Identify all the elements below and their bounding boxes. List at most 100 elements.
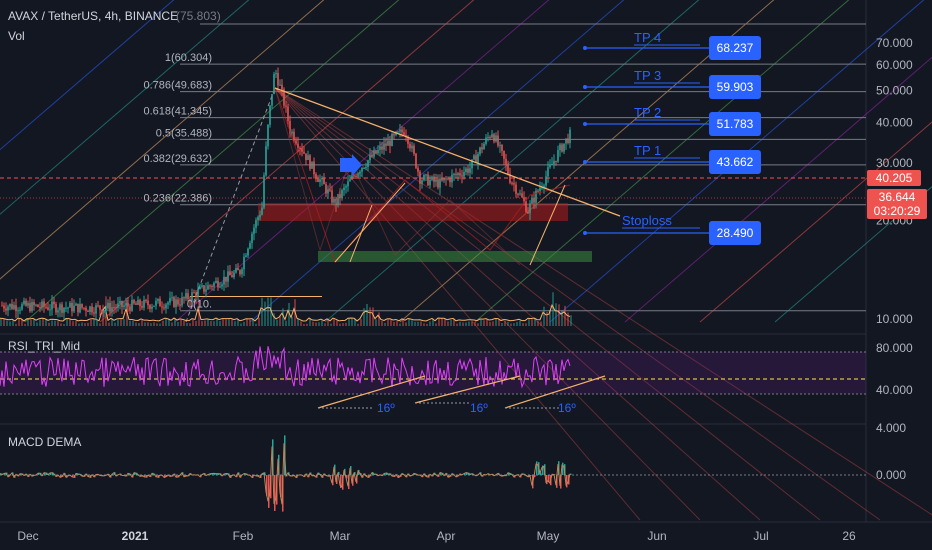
candle-body [501, 144, 503, 151]
price-tick-label: 40.000 [876, 115, 913, 129]
candle-body [231, 275, 233, 278]
candle-body [331, 190, 333, 203]
candle-body [413, 145, 415, 154]
time-axis-label: Jun [647, 529, 666, 543]
volume-bar [51, 320, 53, 326]
volume-bar [333, 318, 335, 326]
fib-level-label: 0.382(29.632) [144, 153, 213, 165]
candle-body [177, 299, 179, 305]
volume-bar [447, 321, 449, 326]
candle-body [537, 190, 539, 192]
candle-body [389, 140, 391, 146]
fan-ray[interactable] [274, 87, 761, 521]
time-axis-label: Feb [233, 529, 254, 543]
rsi-indicator-label[interactable]: RSI_TRI_Mid [8, 339, 80, 353]
candle-body [323, 178, 325, 185]
candle-body [5, 308, 7, 311]
volume-bar [135, 322, 137, 326]
chart-canvas[interactable]: TP 4 68.237 TP 3 59.903 TP 2 51.783 TP 1 43.662… [0, 0, 932, 550]
candle-body [341, 190, 343, 199]
fan-ray[interactable] [274, 87, 641, 521]
volume-bar [15, 323, 17, 326]
time-axis[interactable]: Dec 2021 Feb Mar Apr May Jun Jul 26 [17, 529, 856, 543]
gann-fan-line[interactable] [24, 0, 445, 323]
pattern-line-1[interactable] [334, 182, 406, 263]
symbol-title[interactable]: AVAX / TetherUS, 4h, BINANCE [8, 9, 178, 23]
candle-body [563, 143, 565, 152]
candle-body [381, 146, 383, 150]
candle-body [307, 155, 309, 161]
volume-bar [339, 323, 341, 326]
volume-bar [570, 315, 572, 326]
macd-bar [536, 461, 538, 475]
volume-bar [117, 319, 119, 326]
candle-body [19, 309, 21, 311]
volume-bar [375, 319, 377, 326]
candle-body [125, 303, 127, 306]
candle-body [383, 143, 385, 150]
candle-body [529, 203, 531, 214]
gann-fan-line[interactable] [174, 0, 595, 323]
candle-body [277, 73, 279, 86]
candle-body [325, 184, 327, 194]
volume-bar [69, 319, 71, 326]
volume-bar [150, 323, 152, 326]
candle-body [171, 297, 173, 299]
target-value: 59.903 [717, 80, 754, 94]
support-zone[interactable] [318, 251, 592, 262]
volume-bar [537, 321, 539, 326]
candle-body [397, 131, 399, 133]
candle-body [411, 145, 413, 149]
base-range-line[interactable] [190, 296, 322, 297]
volume-bar [99, 323, 101, 326]
volume-bar [9, 321, 11, 326]
volume-bar [183, 320, 185, 326]
volume-indicator-label[interactable]: Vol [8, 29, 25, 43]
candle-body [463, 172, 465, 177]
volume-bar [279, 316, 281, 326]
candle-body [185, 293, 187, 299]
candle-body [499, 144, 501, 146]
candle-body [443, 178, 445, 181]
candle-body [217, 280, 219, 288]
volume-bar [204, 320, 206, 326]
volume-bar [228, 319, 230, 326]
candle-body [255, 220, 257, 228]
volume-bar [381, 321, 383, 326]
descending-trendline[interactable] [274, 87, 621, 217]
volume-bar [63, 323, 65, 326]
fan-ray[interactable] [274, 87, 881, 521]
volume-bar [258, 317, 260, 326]
candle-body [107, 302, 109, 309]
candle-body [503, 150, 505, 159]
volume-bar [312, 321, 314, 326]
candle-body [513, 183, 515, 185]
candle-body [375, 150, 377, 154]
candle-body [89, 306, 91, 312]
candle-body [225, 276, 227, 282]
candle-body [1, 305, 3, 307]
candle-body [115, 307, 117, 309]
macd-tick-4: 4.000 [876, 421, 906, 435]
candle-body [195, 292, 197, 298]
candle-body [373, 150, 375, 157]
candle-body [197, 288, 199, 298]
candle-body [401, 129, 403, 133]
volume-bar [195, 320, 197, 326]
zigzag-pattern[interactable] [274, 87, 571, 263]
candle-body [179, 304, 181, 306]
macd-indicator-label[interactable]: MACD DEMA [8, 435, 81, 449]
volume-bar [153, 322, 155, 326]
candle-body [167, 302, 169, 305]
candle-countdown: 03:20:29 [874, 204, 921, 218]
current-price-label: 40.205 [876, 171, 913, 185]
volume-bar [513, 323, 515, 326]
candle-body [429, 179, 431, 186]
resistance-zone[interactable] [258, 203, 568, 221]
candles[interactable] [1, 67, 571, 321]
candle-body [263, 175, 265, 208]
volume-bar [147, 322, 149, 326]
volume-bar [234, 321, 236, 326]
time-axis-label: 2021 [122, 529, 149, 543]
volume-bar [501, 323, 503, 326]
